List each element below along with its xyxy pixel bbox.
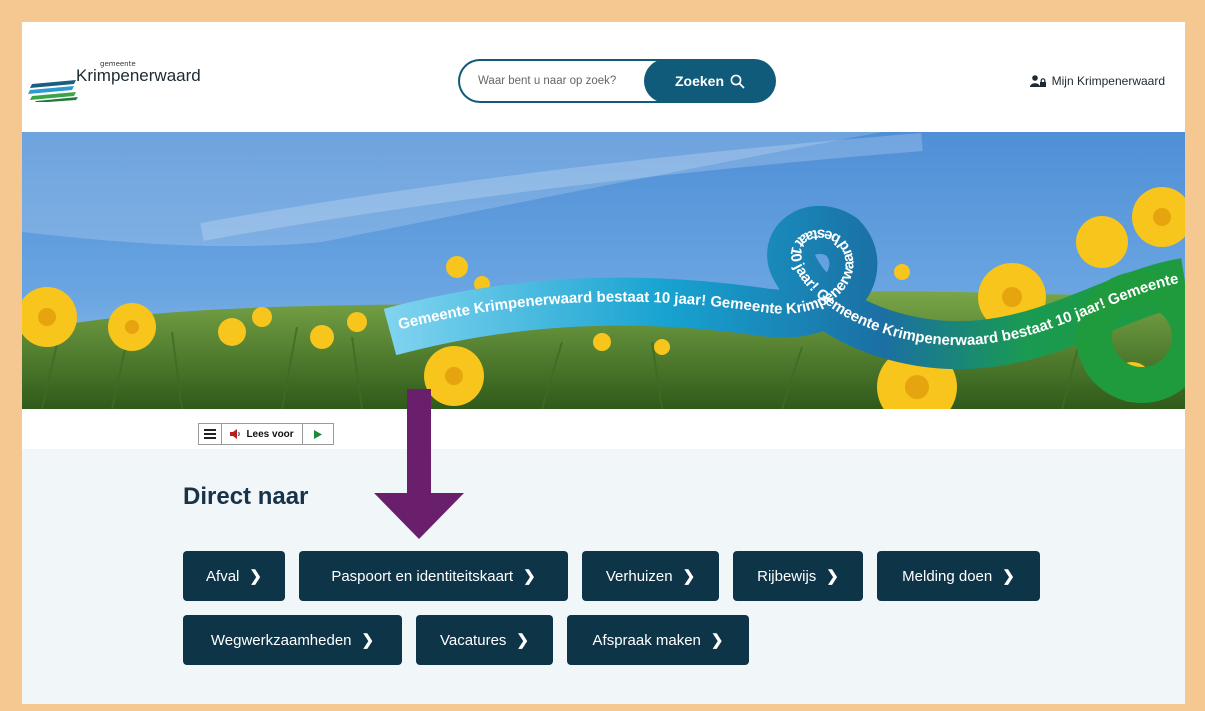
quicklink-label: Paspoort en identiteitskaart <box>331 567 514 585</box>
chevron-right-icon: ❯ <box>249 568 262 585</box>
section-title: Direct naar <box>183 483 309 510</box>
readspeaker-area: Lees voor <box>22 409 1185 449</box>
quicklink-vacatures[interactable]: Vacatures ❯ <box>416 615 553 665</box>
chevron-right-icon: ❯ <box>826 568 839 585</box>
readspeaker-menu-button[interactable] <box>199 424 222 444</box>
readspeaker-play-button[interactable] <box>303 424 333 444</box>
search-icon <box>730 74 745 88</box>
quicklink-melding[interactable]: Melding doen ❯ <box>877 551 1040 601</box>
chevron-right-icon: ❯ <box>361 632 375 649</box>
my-account-link[interactable]: Mijn Krimpenerwaard <box>1029 74 1165 88</box>
quicklink-wegwerkzaamheden[interactable]: Wegwerkzaamheden ❯ <box>183 615 402 665</box>
menu-icon <box>203 429 216 439</box>
chevron-right-icon: ❯ <box>516 632 529 649</box>
quicklink-label: Afspraak maken <box>592 631 701 649</box>
quicklink-label: Melding doen <box>902 567 993 585</box>
chevron-right-icon: ❯ <box>523 568 536 585</box>
quicklink-label: Wegwerkzaamheden <box>210 631 352 649</box>
search-button-label: Zoeken <box>674 73 724 89</box>
search-form: Zoeken <box>458 59 776 103</box>
quicklink-afspraak[interactable]: Afspraak maken ❯ <box>567 615 749 665</box>
logo-name-text: Krimpenerwaard <box>76 66 201 85</box>
my-account-label: Mijn Krimpenerwaard <box>1051 74 1165 88</box>
user-lock-icon <box>1029 75 1046 87</box>
site-header: gemeente Krimpenerwaard Zoeken Mijn Krim… <box>22 22 1185 132</box>
hero-image: Gemeente Krimpenerwaard bestaat 10 jaar!… <box>22 132 1185 409</box>
search-input[interactable] <box>458 59 674 103</box>
chevron-right-icon: ❯ <box>710 632 724 649</box>
readspeaker-label: Lees voor <box>246 428 294 440</box>
hero-banner: Gemeente Krimpenerwaard bestaat 10 jaar!… <box>22 132 1185 409</box>
play-icon <box>314 429 323 439</box>
site-logo[interactable]: gemeente Krimpenerwaard <box>28 60 218 104</box>
quicklink-label: Verhuizen <box>605 567 673 585</box>
direct-naar-section: Direct naar Afval ❯ Paspoort en identitei… <box>22 449 1185 704</box>
quicklink-label: Afval <box>206 567 240 585</box>
arrow-down-icon <box>374 389 464 539</box>
quicklink-verhuizen[interactable]: Verhuizen ❯ <box>582 551 719 601</box>
chevron-right-icon: ❯ <box>1002 568 1015 585</box>
quicklink-label: Rijbewijs <box>757 567 817 585</box>
quicklink-label: Vacatures <box>439 631 507 649</box>
search-button[interactable]: Zoeken <box>644 59 776 103</box>
browser-frame: gemeente Krimpenerwaard Zoeken Mijn Krim… <box>22 22 1185 704</box>
logo-mark-icon <box>28 80 78 102</box>
quicklink-afval[interactable]: Afval ❯ <box>183 551 285 601</box>
chevron-right-icon: ❯ <box>682 568 696 585</box>
speaker-icon <box>230 429 241 439</box>
quicklink-paspoort[interactable]: Paspoort en identiteitskaart ❯ <box>299 551 568 601</box>
quicklink-rijbewijs[interactable]: Rijbewijs ❯ <box>733 551 863 601</box>
readspeaker-listen-button[interactable]: Lees voor <box>222 424 304 444</box>
readspeaker-toolbar: Lees voor <box>198 423 334 445</box>
